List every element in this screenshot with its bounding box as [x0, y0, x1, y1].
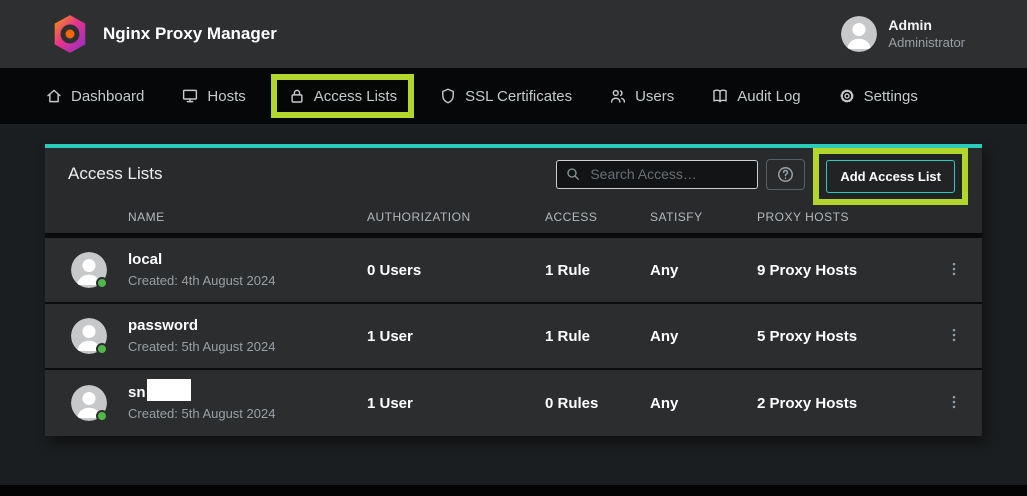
- shield-icon: [439, 87, 457, 105]
- satisfy-cell: Any: [650, 262, 757, 279]
- highlight-annotation-access-lists: Access Lists: [271, 74, 414, 118]
- users-icon: [609, 87, 627, 105]
- nav-item-label: Dashboard: [71, 88, 144, 105]
- authorization-cell: 1 User: [367, 395, 545, 412]
- access-cell: 1 Rule: [545, 328, 650, 345]
- book-icon: [711, 87, 729, 105]
- authorization-cell: 1 User: [367, 328, 545, 345]
- row-avatar: [71, 252, 107, 288]
- panel-controls: Add Access List: [556, 159, 968, 190]
- nav-item-label: Access Lists: [314, 88, 397, 105]
- table-row[interactable]: password Created: 5th August 2024 1 User…: [45, 304, 982, 370]
- created-date: Created: 5th August 2024: [128, 406, 275, 423]
- row-actions-menu-button[interactable]: [941, 388, 967, 419]
- row-avatar: [71, 318, 107, 354]
- table-row[interactable]: sn Created: 5th August 2024 1 User 0 Rul…: [45, 370, 982, 436]
- bottom-black-bar: [0, 485, 1027, 496]
- panel-title: Access Lists: [68, 164, 162, 184]
- status-online-dot: [96, 343, 108, 355]
- search-input[interactable]: [556, 160, 758, 189]
- highlight-annotation-add-button: Add Access List: [813, 148, 968, 205]
- nav-item-label: Settings: [864, 88, 918, 105]
- nav-item-users[interactable]: Users: [609, 87, 674, 105]
- question-circle-icon: [776, 165, 795, 184]
- access-lists-panel: Access Lists Add Access List: [45, 144, 982, 436]
- nav-item-audit-log[interactable]: Audit Log: [711, 87, 800, 105]
- access-list-name: local: [128, 250, 275, 270]
- help-button[interactable]: [766, 159, 805, 190]
- add-access-list-button[interactable]: Add Access List: [826, 160, 955, 193]
- kebab-menu-icon: [945, 259, 963, 279]
- user-menu[interactable]: Admin Administrator: [841, 16, 965, 52]
- nav-item-access-lists[interactable]: Access Lists: [288, 87, 397, 105]
- avatar-icon: [841, 16, 877, 52]
- nav-item-hosts[interactable]: Hosts: [181, 87, 245, 105]
- kebab-menu-icon: [945, 392, 963, 412]
- column-header-name: NAME: [45, 210, 367, 224]
- user-avatar: [841, 16, 877, 52]
- home-icon: [45, 87, 63, 105]
- column-header-access: ACCESS: [545, 210, 650, 224]
- nav-item-dashboard[interactable]: Dashboard: [45, 87, 144, 105]
- lock-icon: [288, 87, 306, 105]
- satisfy-cell: Any: [650, 395, 757, 412]
- table-row[interactable]: local Created: 4th August 2024 0 Users 1…: [45, 238, 982, 304]
- search-icon: [565, 166, 581, 182]
- created-date: Created: 4th August 2024: [128, 273, 275, 290]
- access-list-name: sn: [128, 383, 275, 403]
- app-header: Nginx Proxy Manager Admin Administrator: [0, 0, 1027, 68]
- access-list-name: password: [128, 316, 275, 336]
- main-nav: Dashboard Hosts Access Lists SSL Certifi…: [0, 68, 1027, 124]
- proxy-hosts-cell: 2 Proxy Hosts: [757, 395, 925, 412]
- nav-item-settings[interactable]: Settings: [838, 87, 918, 105]
- status-online-dot: [96, 277, 108, 289]
- access-cell: 0 Rules: [545, 395, 650, 412]
- gear-icon: [838, 87, 856, 105]
- row-avatar: [71, 385, 107, 421]
- user-role: Administrator: [888, 35, 965, 51]
- access-cell: 1 Rule: [545, 262, 650, 279]
- created-date: Created: 5th August 2024: [128, 339, 275, 356]
- nav-item-ssl-certificates[interactable]: SSL Certificates: [439, 87, 572, 105]
- authorization-cell: 0 Users: [367, 262, 545, 279]
- column-header-authorization: AUTHORIZATION: [367, 210, 545, 224]
- row-actions-menu-button[interactable]: [941, 321, 967, 352]
- user-name: Admin: [888, 17, 965, 35]
- nav-item-label: SSL Certificates: [465, 88, 572, 105]
- column-header-satisfy: SATISFY: [650, 210, 757, 224]
- panel-header: Access Lists Add Access List: [45, 148, 982, 200]
- proxy-hosts-cell: 5 Proxy Hosts: [757, 328, 925, 345]
- kebab-menu-icon: [945, 325, 963, 345]
- monitor-icon: [181, 87, 199, 105]
- page-content: Access Lists Add Access List: [0, 124, 1027, 485]
- search-box: [556, 160, 758, 189]
- row-actions-menu-button[interactable]: [941, 255, 967, 286]
- redaction-box: [147, 379, 191, 401]
- proxy-hosts-cell: 9 Proxy Hosts: [757, 262, 925, 279]
- column-header-proxy-hosts: PROXY HOSTS: [757, 210, 925, 224]
- nav-item-label: Users: [635, 88, 674, 105]
- satisfy-cell: Any: [650, 328, 757, 345]
- status-online-dot: [96, 410, 108, 422]
- access-list-name-text: sn: [128, 384, 146, 401]
- app-title: Nginx Proxy Manager: [103, 24, 277, 44]
- nginx-proxy-manager-logo-icon: [52, 14, 88, 54]
- table-header: NAME AUTHORIZATION ACCESS SATISFY PROXY …: [45, 200, 982, 238]
- nav-item-label: Audit Log: [737, 88, 800, 105]
- nav-item-label: Hosts: [207, 88, 245, 105]
